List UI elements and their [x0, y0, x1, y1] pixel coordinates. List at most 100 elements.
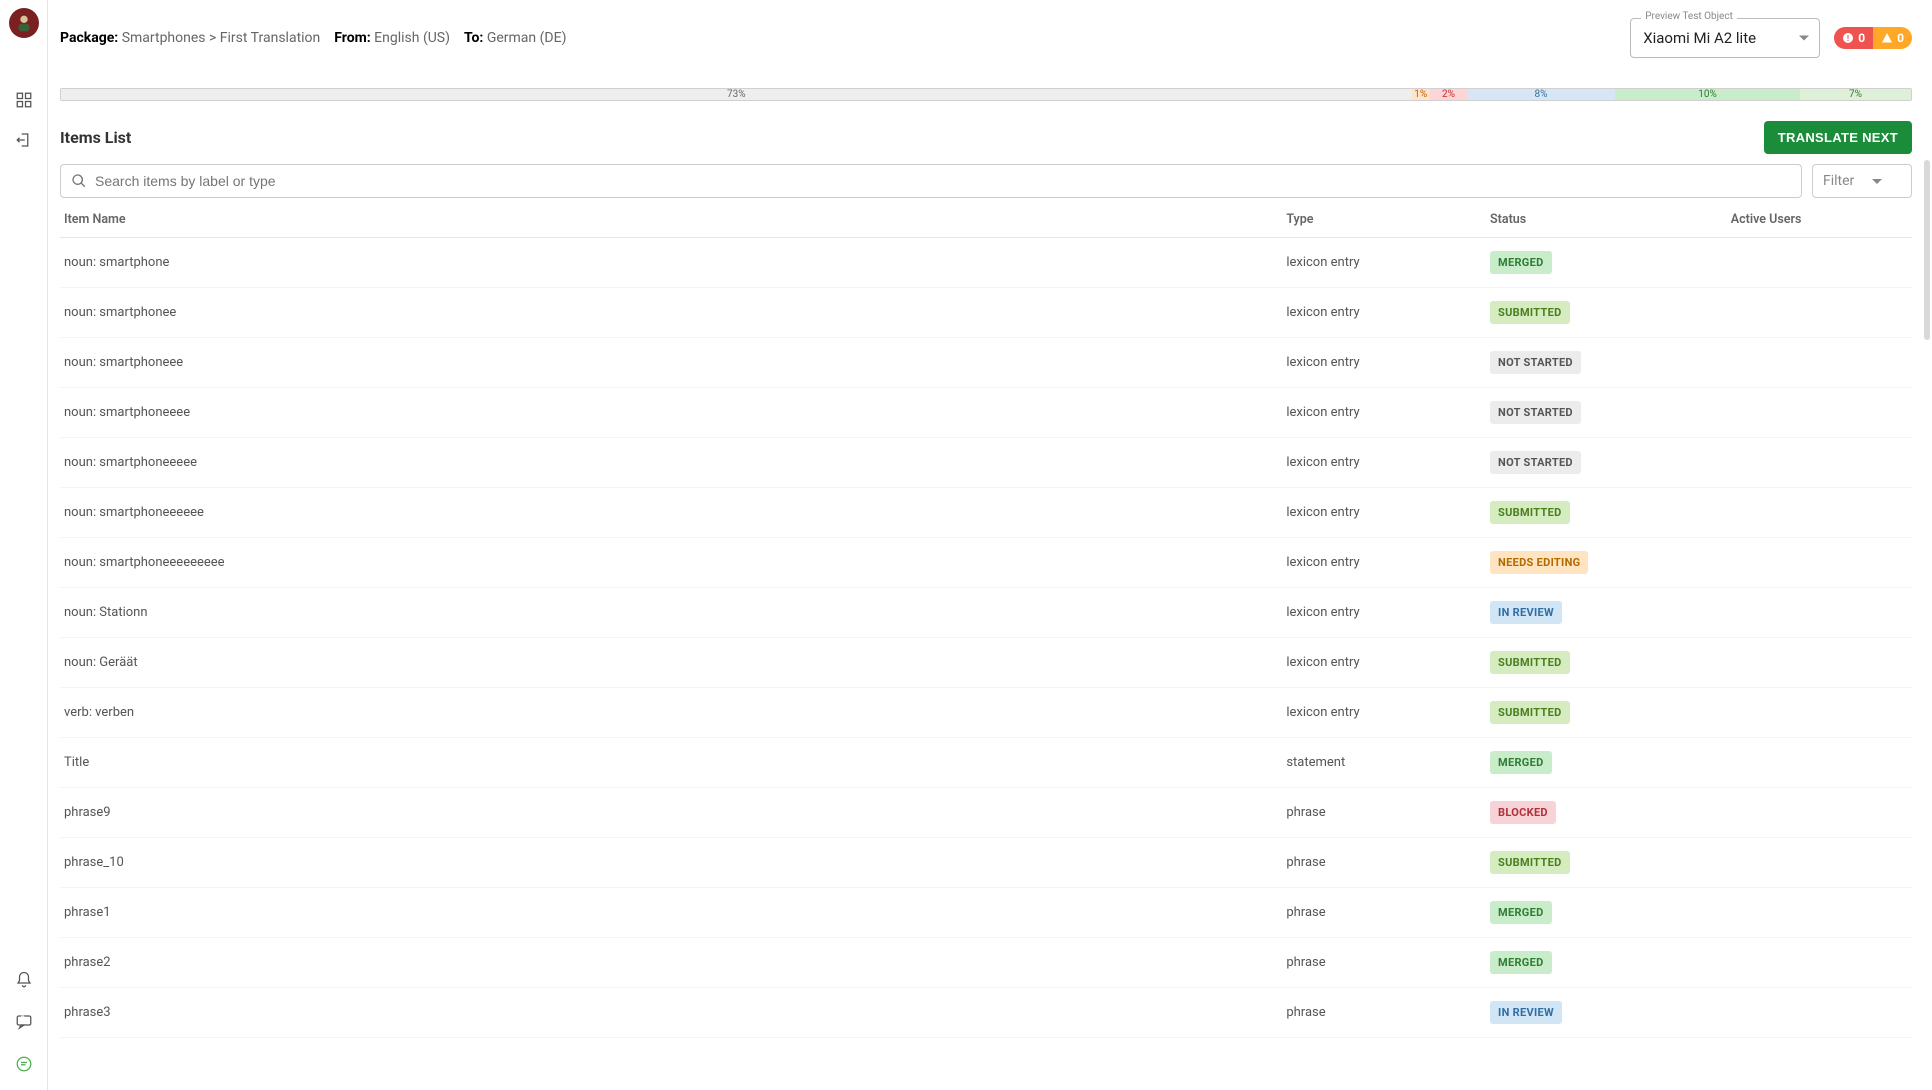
item-type-cell: lexicon entry	[1282, 438, 1486, 488]
item-name-cell: phrase_10	[60, 838, 1282, 888]
item-type-cell: lexicon entry	[1282, 638, 1486, 688]
dashboard-icon[interactable]	[8, 84, 40, 116]
active-users-cell	[1727, 838, 1912, 888]
item-status-cell: SUBMITTED	[1486, 488, 1727, 538]
table-row[interactable]: phrase3phraseIN REVIEW	[60, 988, 1912, 1038]
scrollbar-thumb[interactable]	[1924, 160, 1930, 340]
table-row[interactable]: noun: smartphoneeeeelexicon entryNOT STA…	[60, 438, 1912, 488]
status-badge: MERGED	[1490, 251, 1552, 274]
search-icon	[71, 173, 87, 189]
col-active-users[interactable]: Active Users	[1727, 198, 1912, 238]
item-type-cell: lexicon entry	[1282, 388, 1486, 438]
item-name-cell: noun: smartphoneee	[60, 338, 1282, 388]
table-row[interactable]: noun: smartphoneeeeeelexicon entrySUBMIT…	[60, 488, 1912, 538]
table-row[interactable]: phrase1phraseMERGED	[60, 888, 1912, 938]
item-status-cell: MERGED	[1486, 238, 1727, 288]
error-icon	[1842, 32, 1854, 44]
item-name-cell: phrase9	[60, 788, 1282, 838]
table-row[interactable]: noun: Stationnlexicon entryIN REVIEW	[60, 588, 1912, 638]
item-status-cell: SUBMITTED	[1486, 688, 1727, 738]
table-row[interactable]: noun: smartphoneelexicon entrySUBMITTED	[60, 288, 1912, 338]
active-users-cell	[1727, 938, 1912, 988]
logout-icon[interactable]	[8, 124, 40, 156]
table-row[interactable]: noun: smartphoneeeeeeeeelexicon entryNEE…	[60, 538, 1912, 588]
item-status-cell: MERGED	[1486, 888, 1727, 938]
status-badge: SUBMITTED	[1490, 501, 1570, 524]
item-status-cell: NOT STARTED	[1486, 338, 1727, 388]
item-type-cell: phrase	[1282, 838, 1486, 888]
status-badge: MERGED	[1490, 751, 1552, 774]
table-row[interactable]: noun: smartphonelexicon entryMERGED	[60, 238, 1912, 288]
progress-segment: 2%	[1430, 89, 1467, 100]
item-type-cell: phrase	[1282, 888, 1486, 938]
preview-object-select[interactable]: Preview Test Object Xiaomi Mi A2 lite	[1630, 18, 1820, 58]
item-type-cell: lexicon entry	[1282, 338, 1486, 388]
item-status-cell: NEEDS EDITING	[1486, 538, 1727, 588]
feedback-icon[interactable]: ?	[8, 1006, 40, 1038]
item-name-cell: verb: verben	[60, 688, 1282, 738]
item-status-cell: BLOCKED	[1486, 788, 1727, 838]
active-users-cell	[1727, 738, 1912, 788]
table-row[interactable]: noun: smartphoneeeelexicon entryNOT STAR…	[60, 388, 1912, 438]
chevron-down-icon	[1872, 179, 1882, 184]
item-type-cell: phrase	[1282, 988, 1486, 1038]
item-type-cell: lexicon entry	[1282, 688, 1486, 738]
active-users-cell	[1727, 238, 1912, 288]
item-status-cell: MERGED	[1486, 938, 1727, 988]
item-status-cell: IN REVIEW	[1486, 988, 1727, 1038]
item-name-cell: phrase3	[60, 988, 1282, 1038]
table-row[interactable]: noun: smartphoneeelexicon entryNOT START…	[60, 338, 1912, 388]
active-users-cell	[1727, 288, 1912, 338]
validation-pill[interactable]: 0 0	[1834, 27, 1912, 49]
item-status-cell: NOT STARTED	[1486, 438, 1727, 488]
status-badge: NOT STARTED	[1490, 401, 1581, 424]
package-breadcrumb[interactable]: Package: Smartphones > First Translation	[60, 30, 320, 46]
progress-segment: 1%	[1412, 89, 1431, 100]
item-status-cell: SUBMITTED	[1486, 838, 1727, 888]
filter-select[interactable]: Filter	[1812, 164, 1912, 198]
item-type-cell: lexicon entry	[1282, 288, 1486, 338]
item-name-cell: noun: smartphoneeeeeeeee	[60, 538, 1282, 588]
table-row[interactable]: TitlestatementMERGED	[60, 738, 1912, 788]
active-users-cell	[1727, 788, 1912, 838]
bell-icon[interactable]	[8, 964, 40, 996]
item-status-cell: SUBMITTED	[1486, 288, 1727, 338]
item-name-cell: Title	[60, 738, 1282, 788]
table-row[interactable]: phrase9phraseBLOCKED	[60, 788, 1912, 838]
sidebar-rail: ?	[0, 0, 48, 1090]
items-list-title: Items List	[60, 128, 131, 147]
table-row[interactable]: noun: Geräätlexicon entrySUBMITTED	[60, 638, 1912, 688]
item-status-cell: MERGED	[1486, 738, 1727, 788]
col-type[interactable]: Type	[1282, 198, 1486, 238]
active-users-cell	[1727, 388, 1912, 438]
status-badge: SUBMITTED	[1490, 301, 1570, 324]
warning-icon	[1881, 32, 1893, 44]
search-input-wrap[interactable]	[60, 164, 1802, 198]
item-name-cell: noun: smartphoneeeeee	[60, 488, 1282, 538]
item-type-cell: phrase	[1282, 788, 1486, 838]
item-name-cell: phrase1	[60, 888, 1282, 938]
item-type-cell: lexicon entry	[1282, 488, 1486, 538]
table-row[interactable]: phrase2phraseMERGED	[60, 938, 1912, 988]
status-badge: NOT STARTED	[1490, 351, 1581, 374]
status-badge: MERGED	[1490, 951, 1552, 974]
item-name-cell: noun: smartphonee	[60, 288, 1282, 338]
table-row[interactable]: verb: verbenlexicon entrySUBMITTED	[60, 688, 1912, 738]
item-type-cell: lexicon entry	[1282, 588, 1486, 638]
item-status-cell: IN REVIEW	[1486, 588, 1727, 638]
table-row[interactable]: phrase_10phraseSUBMITTED	[60, 838, 1912, 888]
chevron-down-icon	[1799, 36, 1809, 41]
col-item-name[interactable]: Item Name	[60, 198, 1282, 238]
translate-next-button[interactable]: TRANSLATE NEXT	[1764, 121, 1912, 154]
status-badge: NEEDS EDITING	[1490, 551, 1588, 574]
item-name-cell: noun: Stationn	[60, 588, 1282, 638]
chat-icon[interactable]	[8, 1048, 40, 1080]
item-name-cell: noun: smartphoneeeee	[60, 438, 1282, 488]
active-users-cell	[1727, 888, 1912, 938]
col-status[interactable]: Status	[1486, 198, 1727, 238]
progress-segment: 7%	[1800, 89, 1911, 100]
avatar[interactable]	[9, 8, 39, 38]
active-users-cell	[1727, 338, 1912, 388]
status-badge: MERGED	[1490, 901, 1552, 924]
search-input[interactable]	[95, 173, 1791, 189]
